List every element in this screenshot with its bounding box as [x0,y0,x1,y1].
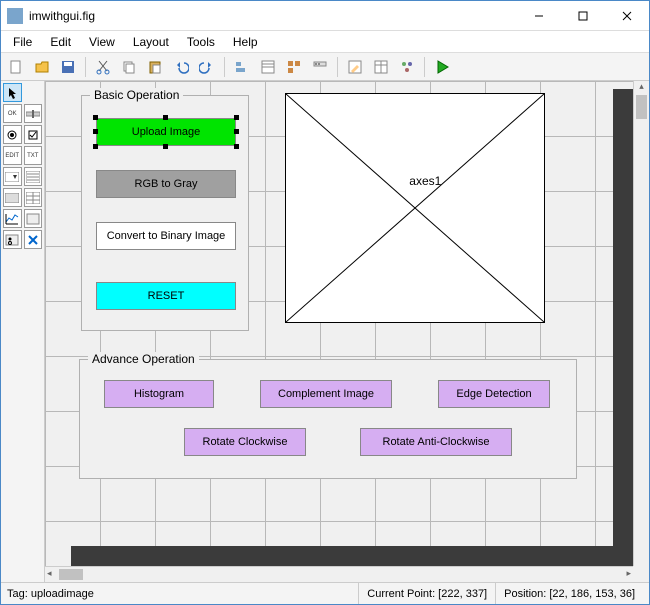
align-icon[interactable] [231,56,253,78]
status-current-point: Current Point: [222, 337] [358,583,495,604]
copy-icon[interactable] [118,56,140,78]
maximize-button[interactable] [561,2,605,30]
menu-file[interactable]: File [5,33,40,51]
palette-activex[interactable] [24,230,43,249]
app-window: imwithgui.fig File Edit View Layout Tool… [0,0,650,605]
run-icon[interactable] [431,56,453,78]
obj-browser-icon[interactable] [396,56,418,78]
menu-tools[interactable]: Tools [179,33,223,51]
paste-icon[interactable] [144,56,166,78]
palette-radio[interactable] [3,125,22,144]
upload-image-button[interactable]: Upload Image [96,118,236,146]
menu-help[interactable]: Help [225,33,266,51]
separator [337,57,338,77]
canvas-area[interactable]: Basic Operation Upload Image RGB to Gray… [45,81,649,582]
rgb-to-gray-button[interactable]: RGB to Gray [96,170,236,198]
rotate-acw-button[interactable]: Rotate Anti-Clockwise [360,428,512,456]
palette-listbox[interactable] [24,167,43,186]
body: OK EDIT TXT [1,81,649,582]
cut-icon[interactable] [92,56,114,78]
figure-edge-right [613,89,633,554]
menubar: File Edit View Layout Tools Help [1,31,649,53]
tab-order-icon[interactable] [283,56,305,78]
horizontal-scrollbar[interactable]: ◂ ▸ [45,566,633,582]
basic-operation-panel[interactable]: Basic Operation Upload Image RGB to Gray… [81,95,249,331]
close-button[interactable] [605,2,649,30]
save-icon[interactable] [57,56,79,78]
figure-edge-bottom [71,546,633,566]
status-tag: Tag: uploadimage [7,588,94,600]
open-icon[interactable] [31,56,53,78]
separator [224,57,225,77]
toolbar-editor-icon[interactable] [309,56,331,78]
minimize-button[interactable] [517,2,561,30]
menu-editor-icon[interactable] [257,56,279,78]
palette-edit[interactable]: EDIT [3,146,22,165]
vertical-scrollbar[interactable]: ▴ [633,81,649,566]
edge-detection-button[interactable]: Edge Detection [438,380,550,408]
canvas-wrap: Basic Operation Upload Image RGB to Gray… [45,81,649,582]
palette-panel[interactable] [24,209,43,228]
palette-pushbutton[interactable]: OK [3,104,22,123]
axes-label: axes1 [409,174,441,188]
palette-table[interactable] [24,188,43,207]
rotate-cw-button[interactable]: Rotate Clockwise [184,428,306,456]
separator [424,57,425,77]
palette-axes[interactable] [3,209,22,228]
advance-legend: Advance Operation [88,352,199,366]
menu-view[interactable]: View [81,33,123,51]
menu-edit[interactable]: Edit [42,33,79,51]
scroll-right-icon[interactable]: ▸ [626,568,631,579]
window-title: imwithgui.fig [29,9,517,23]
palette-toggle[interactable] [3,188,22,207]
app-icon [7,8,23,24]
redo-icon[interactable] [196,56,218,78]
palette-popup[interactable] [3,167,22,186]
palette-select[interactable] [3,83,22,102]
separator [85,57,86,77]
scroll-left-icon[interactable]: ◂ [47,568,52,579]
basic-legend: Basic Operation [90,88,183,102]
binary-button[interactable]: Convert to Binary Image [96,222,236,250]
prop-inspector-icon[interactable] [370,56,392,78]
histogram-button[interactable]: Histogram [104,380,214,408]
component-palette: OK EDIT TXT [1,81,45,582]
v-thumb[interactable] [636,95,647,119]
editor-icon[interactable] [344,56,366,78]
scroll-up-icon[interactable]: ▴ [634,81,649,92]
toolbar [1,53,649,81]
new-file-icon[interactable] [5,56,27,78]
scroll-corner [633,566,649,582]
undo-icon[interactable] [170,56,192,78]
statusbar: Tag: uploadimage Current Point: [222, 33… [1,582,649,604]
menu-layout[interactable]: Layout [125,33,177,51]
h-thumb[interactable] [59,569,83,580]
palette-text[interactable]: TXT [24,146,43,165]
advance-operation-panel[interactable]: Advance Operation Histogram Complement I… [79,359,577,479]
palette-checkbox[interactable] [24,125,43,144]
status-position: Position: [22, 186, 153, 36] [495,583,643,604]
axes1[interactable]: axes1 [285,93,545,323]
titlebar: imwithgui.fig [1,1,649,31]
complement-button[interactable]: Complement Image [260,380,392,408]
reset-button[interactable]: RESET [96,282,236,310]
palette-slider[interactable] [24,104,43,123]
palette-buttongroup[interactable] [3,230,22,249]
